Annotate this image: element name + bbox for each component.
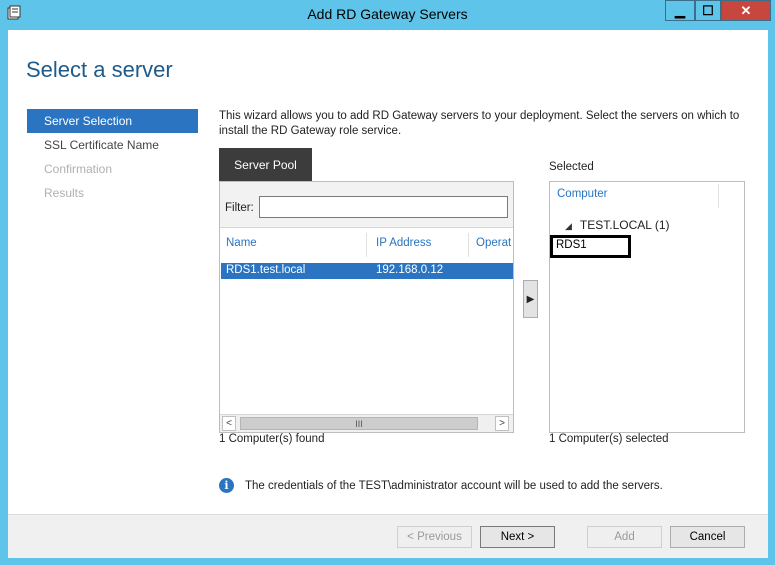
filter-label: Filter:: [225, 202, 254, 214]
table-row[interactable]: RDS1.test.local 192.168.0.12: [221, 263, 513, 279]
tab-server-pool[interactable]: Server Pool: [219, 148, 312, 181]
credentials-info: The credentials of the TEST\administrato…: [245, 480, 663, 492]
cell-name: RDS1.test.local: [226, 264, 306, 276]
maximize-icon: ☐: [702, 2, 714, 18]
expand-triangle-icon[interactable]: ◢: [565, 221, 572, 232]
previous-button[interactable]: < Previous: [397, 526, 472, 548]
filter-input[interactable]: [259, 196, 508, 218]
chevron-left-icon: <: [226, 418, 232, 429]
wizard-footer: < Previous Next > Add Cancel: [8, 514, 768, 558]
cancel-button[interactable]: Cancel: [670, 526, 745, 548]
window-title: Add RD Gateway Servers: [307, 6, 468, 22]
filter-row: Filter:: [220, 182, 513, 228]
column-header-ip-address[interactable]: IP Address: [376, 237, 431, 249]
group-label: TEST.LOCAL (1): [579, 218, 670, 232]
scroll-right-button[interactable]: >: [495, 416, 509, 431]
horizontal-scrollbar[interactable]: < III >: [220, 414, 513, 432]
column-divider[interactable]: [366, 233, 367, 257]
play-arrow-icon: ▶: [526, 293, 535, 305]
close-button[interactable]: ✕: [721, 0, 771, 21]
maximize-button[interactable]: ☐: [695, 0, 721, 21]
minimize-icon: ▁: [675, 2, 685, 18]
column-header-name[interactable]: Name: [226, 237, 257, 249]
selected-item[interactable]: RDS1: [550, 235, 631, 258]
chevron-right-icon: >: [499, 418, 505, 429]
found-count: 1 Computer(s) found: [219, 433, 325, 445]
wizard-content: Select a server Server Selection SSL Cer…: [8, 30, 768, 558]
next-button[interactable]: Next >: [480, 526, 555, 548]
column-divider[interactable]: [718, 184, 719, 208]
nav-item-ssl-certificate-name[interactable]: SSL Certificate Name: [27, 133, 198, 157]
column-header-operating-system[interactable]: Operat: [476, 237, 511, 249]
nav-item-results: Results: [44, 186, 85, 200]
info-icon: i: [219, 478, 234, 493]
nav-item-server-selection[interactable]: Server Selection: [27, 109, 198, 133]
window-controls: ▁ ☐ ✕: [665, 0, 771, 21]
scroll-left-button[interactable]: <: [222, 416, 236, 431]
grip-icon: III: [355, 418, 363, 429]
selected-count: 1 Computer(s) selected: [549, 433, 669, 445]
add-button[interactable]: Add: [587, 526, 662, 548]
server-pool-header: Name IP Address Operat: [220, 229, 513, 259]
title-bar[interactable]: Add RD Gateway Servers ▁ ☐ ✕: [0, 0, 775, 30]
wizard-window: Add RD Gateway Servers ▁ ☐ ✕ Select a se…: [0, 0, 775, 565]
group-test-local[interactable]: ◢ TEST.LOCAL (1): [565, 218, 670, 232]
add-to-selected-button[interactable]: ▶: [523, 280, 538, 318]
nav-item-confirmation: Confirmation: [44, 162, 113, 176]
window-frame-edge: [768, 30, 775, 565]
wizard-nav: Server Selection SSL Certificate Name Co…: [27, 109, 198, 205]
page-title: Select a server: [26, 57, 173, 82]
wizard-description: This wizard allows you to add RD Gateway…: [219, 110, 740, 137]
selected-label: Selected: [549, 161, 594, 173]
server-pool-panel: Filter: Name IP Address Operat RDS1.test…: [219, 181, 514, 433]
close-icon: ✕: [740, 2, 752, 18]
column-header-computer[interactable]: Computer: [557, 188, 608, 200]
cell-ip-address: 192.168.0.12: [376, 264, 444, 276]
scroll-thumb[interactable]: III: [240, 417, 478, 430]
minimize-button[interactable]: ▁: [665, 0, 695, 21]
column-divider[interactable]: [468, 233, 469, 257]
selected-panel: Computer ◢ TEST.LOCAL (1) RDS1: [549, 181, 745, 433]
